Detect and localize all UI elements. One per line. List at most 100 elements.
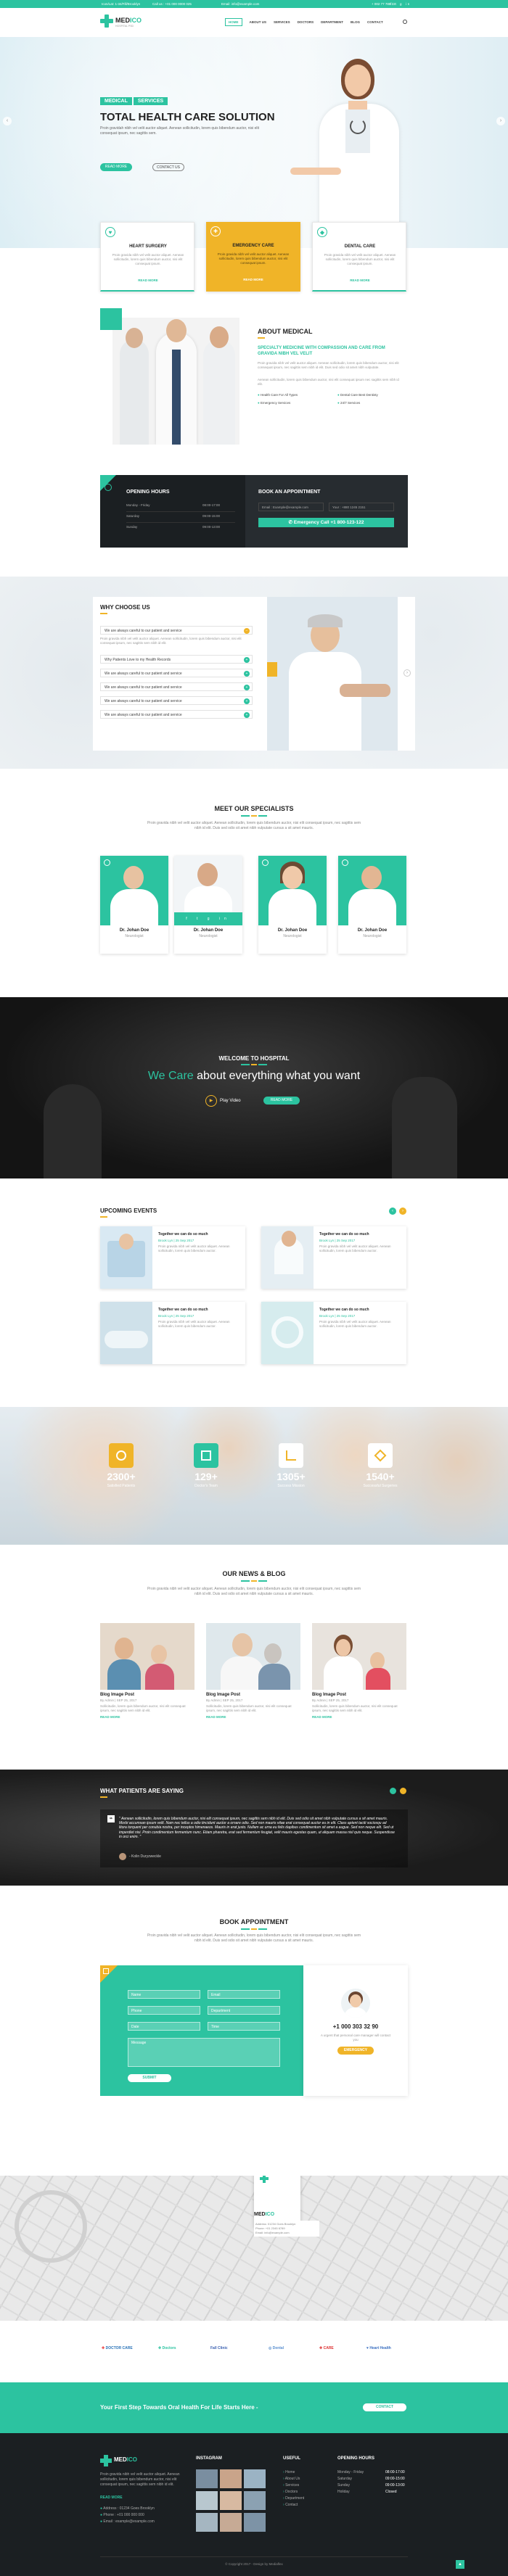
counter-doctors: 129+ Doctor's Team	[185, 1443, 227, 1488]
specialist-card[interactable]: Dr. Johan Doe Neurologist	[338, 856, 406, 954]
hero-prev-arrow[interactable]: ‹	[3, 117, 12, 125]
time-field[interactable]: Time	[208, 2022, 280, 2031]
event-card[interactable]: Together we can do so much Brook Lyn | 2…	[100, 1226, 245, 1289]
play-icon[interactable]	[267, 662, 277, 677]
service-title: EMERGENCY CARE	[232, 244, 274, 248]
partner-logo[interactable]: ◎ Dental	[269, 2346, 284, 2350]
cta-contact-button[interactable]: CONTACT	[363, 2403, 406, 2411]
footer-link[interactable]: › Doctors	[283, 2489, 327, 2496]
blog-title: OUR NEWS & BLOG	[222, 1570, 286, 1577]
event-meta: Brook Lyn | 25 Sep 2017	[319, 1314, 356, 1318]
blog-card[interactable]: Blog Image Post By Admin | SEP 25, 2017 …	[206, 1623, 300, 1719]
instagram-photo[interactable]	[220, 2469, 242, 2488]
nav-contact[interactable]: CONTACT	[367, 20, 383, 24]
footer-link[interactable]: › About Us	[283, 2476, 327, 2482]
event-card[interactable]: Together we can do so much Brook Lyn | 2…	[261, 1226, 406, 1289]
hero-contact-button[interactable]: CONTACT US	[152, 163, 184, 171]
blog-read-more-link[interactable]: READ MORE	[312, 1715, 406, 1719]
hero-read-more-button[interactable]: READ MORE	[100, 163, 132, 171]
partner-logo[interactable]: ✚ DOCTOR CARE	[102, 2346, 133, 2350]
instagram-photo[interactable]	[220, 2513, 242, 2532]
instagram-title: INSTAGRAM	[196, 2456, 222, 2461]
search-icon[interactable]	[403, 20, 407, 24]
partner-logo[interactable]: ♥ Heart Health	[366, 2346, 391, 2350]
specialist-card[interactable]: Dr. Johan Doe Neurologist	[100, 856, 168, 954]
counter-patients: 2300+ Satisfied Patients	[100, 1443, 142, 1488]
email-field[interactable]: Email	[208, 1990, 280, 1999]
social-icons[interactable]: f t g in	[390, 2, 411, 6]
hero-next-arrow[interactable]: ›	[496, 117, 505, 125]
footer-hours: Monday - Friday 08:00-17:00 Saturday 09:00…	[337, 2470, 405, 2494]
blog-card[interactable]: Blog Image Post By Admin | SEP 25, 2017 …	[100, 1623, 194, 1719]
welcome-section: WELCOME TO HOSPITAL We Care about everyt…	[0, 997, 508, 1178]
nav-services[interactable]: SERVICES	[274, 20, 290, 24]
instagram-photo[interactable]	[196, 2513, 218, 2532]
instagram-photo[interactable]	[196, 2469, 218, 2488]
footer-read-more[interactable]: READ MORE	[100, 2496, 123, 2500]
why-next-arrow[interactable]: ›	[403, 669, 411, 677]
emergency-button[interactable]: EMERGENCY	[337, 2047, 374, 2055]
footer-link[interactable]: › Home	[283, 2469, 327, 2476]
blog-post-title[interactable]: Blog Image Post	[312, 1693, 406, 1697]
events-prev-arrow[interactable]: ‹	[389, 1208, 396, 1215]
blog-section: OUR NEWS & BLOG Proin gravida nibh vel v…	[0, 1545, 508, 1770]
instagram-photo[interactable]	[196, 2491, 218, 2510]
service-read-more-link[interactable]: READ MORE	[105, 278, 191, 282]
events-next-arrow[interactable]: ›	[399, 1208, 406, 1215]
emergency-call-button[interactable]: ✆ Emergency Call +1 800-123-122	[258, 518, 394, 527]
blog-read-more-link[interactable]: READ MORE	[206, 1715, 300, 1719]
phone-field[interactable]: Phone	[128, 2006, 200, 2015]
specialist-card[interactable]: f t g in Dr. Johan Doe Neurologist	[174, 856, 242, 954]
nav-blog[interactable]: BLOG	[351, 20, 360, 24]
footer-link[interactable]: › Services	[283, 2482, 327, 2489]
service-read-more-link[interactable]: READ MORE	[210, 278, 296, 281]
welcome-read-more-button[interactable]: READ MORE	[263, 1097, 300, 1105]
appointment-email-field[interactable]: Email : Example@example.com	[258, 503, 324, 511]
accordion-item[interactable]: Why Patients Love to my Health Records +	[100, 655, 253, 664]
accordion-item[interactable]: We are always careful to our patient and…	[100, 710, 253, 719]
footer-link[interactable]: › Contact	[283, 2502, 327, 2509]
blog-post-title[interactable]: Blog Image Post	[206, 1693, 300, 1697]
nav-doctors[interactable]: DOCTORS	[298, 20, 314, 24]
event-card[interactable]: Together we can do so much Brook Lyn | 2…	[100, 1302, 245, 1364]
blog-read-more-link[interactable]: READ MORE	[100, 1715, 194, 1719]
accordion-item[interactable]: We are always careful to our patient and…	[100, 669, 253, 677]
blog-card[interactable]: Blog Image Post By Admin | SEP 25, 2017 …	[312, 1623, 406, 1719]
event-card[interactable]: Together we can do so much Brook Lyn | 2…	[261, 1302, 406, 1364]
nav-home[interactable]: HOME	[225, 18, 242, 26]
partner-logo[interactable]: Fall Clinic	[210, 2346, 228, 2350]
back-to-top-button[interactable]: ▲	[456, 2560, 464, 2569]
service-card-dental[interactable]: ◆ DENTAL CARE Proin gravida nibh vel vel…	[312, 222, 406, 292]
service-card-heart[interactable]: ♥ HEART SURGERY Proin gravida nibh vel v…	[100, 222, 194, 292]
blog-post-title[interactable]: Blog Image Post	[100, 1693, 194, 1697]
instagram-photo[interactable]	[244, 2491, 266, 2510]
testimonials-section: WHAT PATIENTS ARE SAYING “ " Aenean soll…	[0, 1770, 508, 1886]
accordion-item-open[interactable]: We are always careful to our patient and…	[100, 626, 253, 635]
accordion-item[interactable]: We are always careful to our patient and…	[100, 682, 253, 691]
date-field[interactable]: Date	[128, 2022, 200, 2031]
message-field[interactable]: Message	[128, 2038, 280, 2067]
service-card-emergency[interactable]: ✚ EMERGENCY CARE Proin gravida nibh vel …	[206, 222, 300, 292]
name-field[interactable]: Name	[128, 1990, 200, 1999]
nav-department[interactable]: DEPARTMENT	[321, 20, 343, 24]
hours-day: Sunday	[126, 525, 138, 529]
submit-button[interactable]: SUBMIT	[128, 2074, 171, 2082]
footer-link[interactable]: › Department	[283, 2496, 327, 2502]
plus-icon: +	[244, 698, 250, 704]
counters-section: 2300+ Satisfied Patients 129+ Doctor's Tea…	[0, 1407, 508, 1545]
partner-logo[interactable]: ✚ Doctors	[158, 2346, 176, 2350]
appointment-phone-field[interactable]: Your : +880 1245 2151	[329, 503, 394, 511]
instagram-photo[interactable]	[220, 2491, 242, 2510]
hours-title: OPENING HOURS	[126, 490, 170, 495]
instagram-photo[interactable]	[244, 2469, 266, 2488]
logo[interactable]: MEDICO HOSPITAL PSD	[100, 15, 144, 30]
social-bar[interactable]: f t g in	[174, 912, 242, 925]
stethoscope-icon	[104, 859, 110, 866]
accordion-item[interactable]: We are always careful to our patient and…	[100, 696, 253, 705]
department-select[interactable]: Department	[208, 2006, 280, 2015]
service-read-more-link[interactable]: READ MORE	[317, 278, 403, 282]
nav-about[interactable]: ABOUT US	[250, 20, 267, 24]
partner-logo[interactable]: ✚ CARE	[319, 2346, 334, 2350]
specialist-card[interactable]: Dr. Johan Doe Neurologist	[258, 856, 327, 954]
instagram-photo[interactable]	[244, 2513, 266, 2532]
